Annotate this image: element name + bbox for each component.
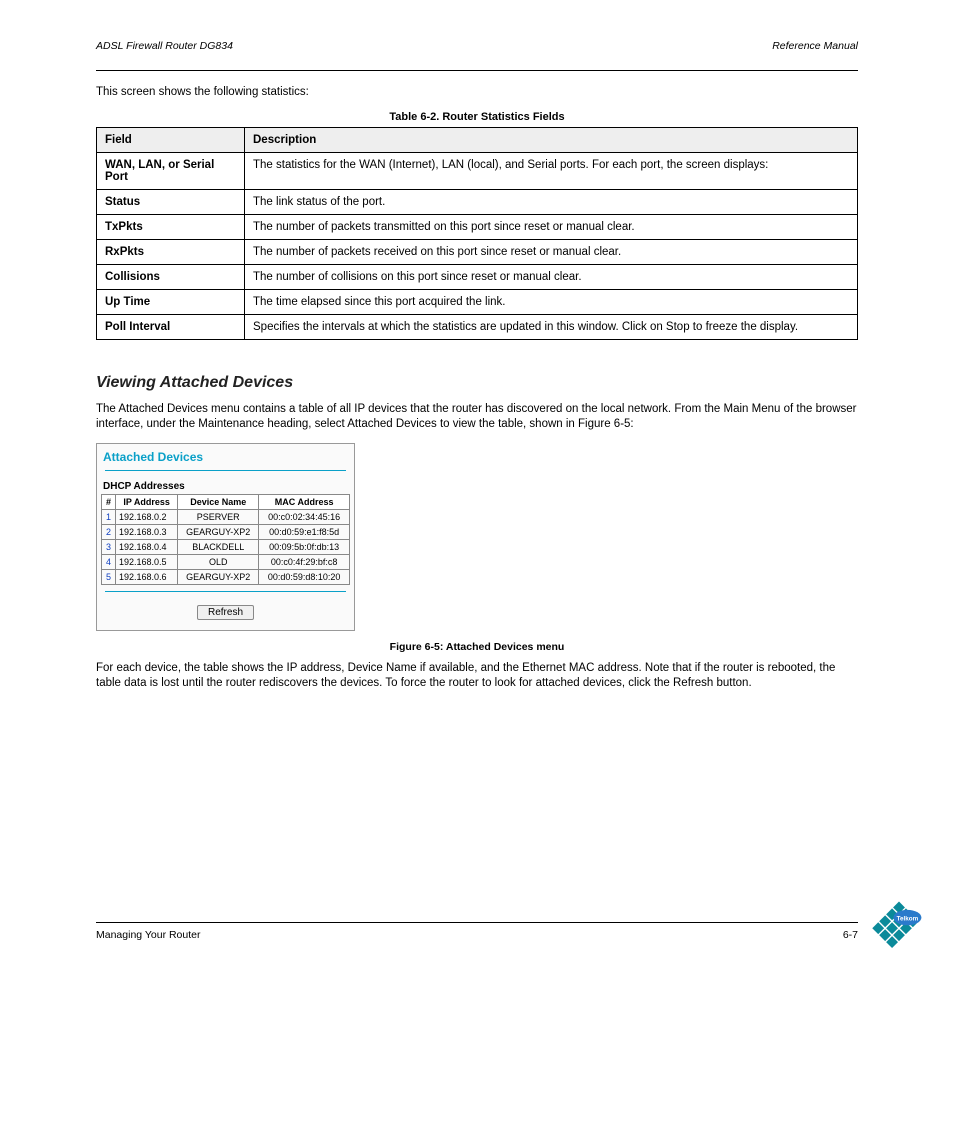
stats-field: Up Time — [97, 289, 245, 314]
page-footer: Managing Your Router 6-7 — [96, 929, 858, 941]
row-mac: 00:c0:02:34:45:16 — [259, 509, 350, 524]
stats-row: Status The link status of the port. — [97, 189, 858, 214]
row-name: OLD — [178, 554, 259, 569]
stats-field: Status — [97, 189, 245, 214]
stats-table-caption: Table 6-2. Router Statistics Fields — [96, 111, 858, 123]
stats-row: TxPkts The number of packets transmitted… — [97, 214, 858, 239]
stats-desc: The time elapsed since this port acquire… — [245, 289, 858, 314]
paragraph-1: The Attached Devices menu contains a tab… — [96, 402, 858, 433]
telkom-logo-icon: Telkom — [864, 891, 934, 961]
stats-field: RxPkts — [97, 239, 245, 264]
stats-field: Collisions — [97, 264, 245, 289]
footer-rule — [96, 922, 858, 923]
stats-desc: The statistics for the WAN (Internet), L… — [245, 152, 858, 189]
stats-field: TxPkts — [97, 214, 245, 239]
header-rule — [96, 70, 858, 71]
intro-paragraph: This screen shows the following statisti… — [96, 85, 858, 101]
page-header: ADSL Firewall Router DG834 Reference Man… — [96, 40, 858, 52]
footer-left: Managing Your Router — [96, 929, 201, 941]
panel-divider — [105, 470, 346, 471]
footer-right: 6-7 — [843, 929, 858, 941]
stats-desc: The link status of the port. — [245, 189, 858, 214]
refresh-button[interactable]: Refresh — [197, 605, 254, 620]
col-ip: IP Address — [116, 494, 178, 509]
col-name: Device Name — [178, 494, 259, 509]
row-name: GEARGUY-XP2 — [178, 569, 259, 584]
stats-desc: The number of packets received on this p… — [245, 239, 858, 264]
row-num: 4 — [102, 554, 116, 569]
row-mac: 00:d0:59:e1:f8:5d — [259, 524, 350, 539]
attached-devices-table: # IP Address Device Name MAC Address 1 1… — [101, 494, 350, 585]
stats-row: Collisions The number of collisions on t… — [97, 264, 858, 289]
row-mac: 00:c0:4f:29:bf:c8 — [259, 554, 350, 569]
table-row: 2 192.168.0.3 GEARGUY-XP2 00:d0:59:e1:f8… — [102, 524, 350, 539]
col-num: # — [102, 494, 116, 509]
table-row: 1 192.168.0.2 PSERVER 00:c0:02:34:45:16 — [102, 509, 350, 524]
attached-devices-subtitle: DHCP Addresses — [101, 481, 350, 494]
stats-table: Field Description WAN, LAN, or Serial Po… — [96, 127, 858, 340]
row-ip: 192.168.0.3 — [116, 524, 178, 539]
header-right: Reference Manual — [772, 40, 858, 52]
devtable-header-row: # IP Address Device Name MAC Address — [102, 494, 350, 509]
row-ip: 192.168.0.2 — [116, 509, 178, 524]
row-num: 3 — [102, 539, 116, 554]
row-mac: 00:09:5b:0f:db:13 — [259, 539, 350, 554]
stats-desc: Specifies the intervals at which the sta… — [245, 314, 858, 339]
row-name: PSERVER — [178, 509, 259, 524]
stats-row: Poll Interval Specifies the intervals at… — [97, 314, 858, 339]
row-num: 5 — [102, 569, 116, 584]
row-ip: 192.168.0.4 — [116, 539, 178, 554]
table-row: 4 192.168.0.5 OLD 00:c0:4f:29:bf:c8 — [102, 554, 350, 569]
stats-field: WAN, LAN, or Serial Port — [97, 152, 245, 189]
header-left: ADSL Firewall Router DG834 — [96, 40, 233, 52]
attached-devices-figure: Attached Devices DHCP Addresses # IP Add… — [96, 443, 858, 631]
stats-field: Poll Interval — [97, 314, 245, 339]
row-mac: 00:d0:59:d8:10:20 — [259, 569, 350, 584]
stats-desc: The number of collisions on this port si… — [245, 264, 858, 289]
table-row: 5 192.168.0.6 GEARGUY-XP2 00:d0:59:d8:10… — [102, 569, 350, 584]
table-row: 3 192.168.0.4 BLACKDELL 00:09:5b:0f:db:1… — [102, 539, 350, 554]
section-heading: Viewing Attached Devices — [96, 374, 858, 392]
row-name: GEARGUY-XP2 — [178, 524, 259, 539]
stats-table-header-row: Field Description — [97, 127, 858, 152]
stats-row: RxPkts The number of packets received on… — [97, 239, 858, 264]
col-mac: MAC Address — [259, 494, 350, 509]
row-ip: 192.168.0.5 — [116, 554, 178, 569]
row-name: BLACKDELL — [178, 539, 259, 554]
figure-caption: Figure 6-5: Attached Devices menu — [96, 641, 858, 653]
attached-devices-title: Attached Devices — [101, 450, 350, 470]
stats-header-field: Field — [97, 127, 245, 152]
stats-row: Up Time The time elapsed since this port… — [97, 289, 858, 314]
row-num: 2 — [102, 524, 116, 539]
stats-desc: The number of packets transmitted on thi… — [245, 214, 858, 239]
svg-text:Telkom: Telkom — [897, 915, 919, 922]
paragraph-2: For each device, the table shows the IP … — [96, 661, 858, 692]
stats-row: WAN, LAN, or Serial Port The statistics … — [97, 152, 858, 189]
panel-divider — [105, 591, 346, 592]
row-num: 1 — [102, 509, 116, 524]
attached-devices-panel: Attached Devices DHCP Addresses # IP Add… — [96, 443, 355, 631]
row-ip: 192.168.0.6 — [116, 569, 178, 584]
stats-header-desc: Description — [245, 127, 858, 152]
